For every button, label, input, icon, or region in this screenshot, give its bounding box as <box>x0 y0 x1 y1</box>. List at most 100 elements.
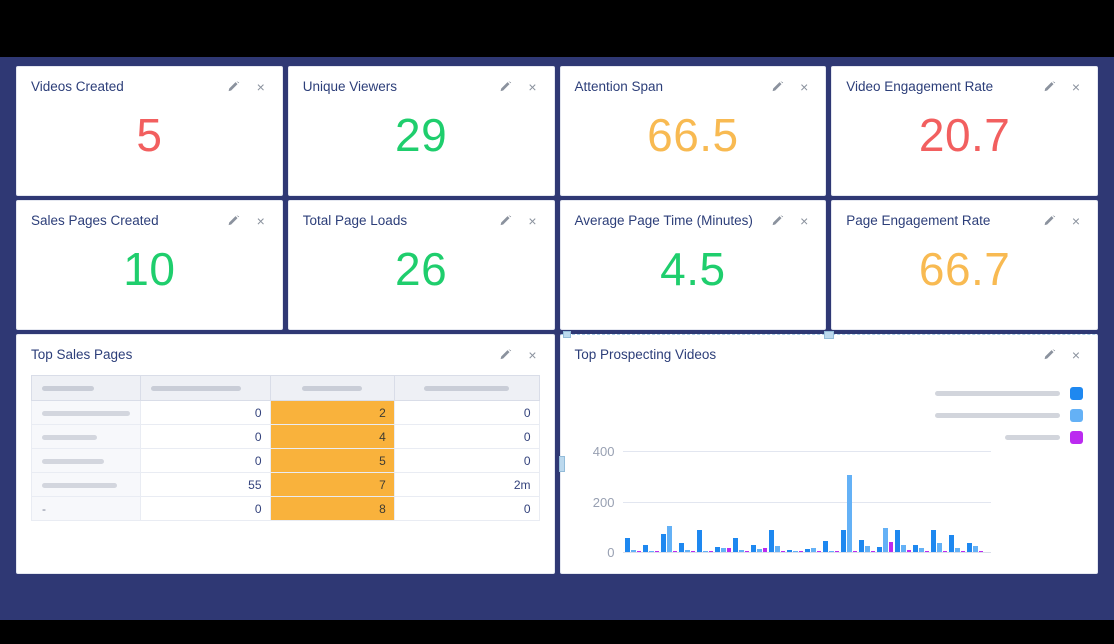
resize-handle-top-center[interactable] <box>824 331 834 339</box>
bar <box>649 551 654 552</box>
table-cell: 0 <box>394 449 539 473</box>
bar <box>817 551 821 552</box>
bar <box>751 545 756 552</box>
table-cell: 0 <box>394 425 539 449</box>
metric-card-total-page-loads: Total Page Loads × 26 <box>288 200 555 330</box>
bar-group <box>733 538 749 552</box>
bar <box>679 543 684 552</box>
table-cell: 0 <box>394 401 539 425</box>
edit-pencil-icon[interactable] <box>1042 214 1056 228</box>
resize-handle-top-left[interactable] <box>563 331 571 338</box>
bar-group <box>805 548 821 553</box>
bar-group <box>895 530 911 553</box>
bar <box>937 543 942 552</box>
bar <box>853 551 857 553</box>
table-cell-highlighted: 8 <box>270 497 394 521</box>
bar <box>955 548 960 553</box>
bar <box>811 548 816 553</box>
table-row: 0 2 0 <box>32 401 540 425</box>
bar-group <box>841 475 857 553</box>
bar <box>859 540 864 552</box>
axis-baseline <box>623 552 991 553</box>
row-label-redacted <box>32 401 141 425</box>
close-icon[interactable]: × <box>526 80 540 94</box>
bar <box>901 545 906 552</box>
table-cell: 55 <box>141 473 270 497</box>
bar-plot <box>625 447 993 552</box>
edit-pencil-icon[interactable] <box>770 214 784 228</box>
bar <box>919 548 924 552</box>
card-title: Videos Created <box>31 79 124 95</box>
table-row: 0 4 0 <box>32 425 540 449</box>
y-tick-label: 0 <box>571 545 615 560</box>
metric-card-page-engagement-rate: Page Engagement Rate × 66.7 <box>831 200 1098 330</box>
metric-card-unique-viewers: Unique Viewers × 29 <box>288 66 555 196</box>
bar-group <box>697 530 713 553</box>
bar <box>841 530 846 553</box>
metric-value: 29 <box>303 95 540 183</box>
edit-pencil-icon[interactable] <box>499 348 513 362</box>
table-cell: 0 <box>141 449 270 473</box>
close-icon[interactable]: × <box>797 214 811 228</box>
dashboard-grid: Videos Created × 5 Unique Viewers × 29 A… <box>16 66 1098 574</box>
close-icon[interactable]: × <box>254 214 268 228</box>
bar <box>877 547 882 552</box>
bar-group <box>625 538 641 552</box>
table-row: 0 5 0 <box>32 449 540 473</box>
metric-value: 5 <box>31 95 268 183</box>
legend-swatch-magenta <box>1070 431 1083 444</box>
bar <box>895 530 900 553</box>
close-icon[interactable]: × <box>526 348 540 362</box>
resize-handle-left[interactable] <box>559 456 565 472</box>
bar <box>931 530 936 553</box>
edit-pencil-icon[interactable] <box>499 214 513 228</box>
close-icon[interactable]: × <box>1069 348 1083 362</box>
bar <box>847 475 852 553</box>
bar <box>643 545 648 552</box>
edit-pencil-icon[interactable] <box>227 80 241 94</box>
table-cell-highlighted: 5 <box>270 449 394 473</box>
bar <box>715 547 720 553</box>
bar <box>709 551 713 552</box>
dashboard-canvas: Videos Created × 5 Unique Viewers × 29 A… <box>0 57 1114 620</box>
bar <box>757 549 762 552</box>
table-cell: 2m <box>394 473 539 497</box>
legend-item <box>935 409 1083 422</box>
close-icon[interactable]: × <box>254 80 268 94</box>
card-title: Attention Span <box>575 79 664 95</box>
bar <box>871 551 875 552</box>
bar <box>823 541 828 552</box>
table-cell-highlighted: 2 <box>270 401 394 425</box>
edit-pencil-icon[interactable] <box>1042 348 1056 362</box>
bar <box>979 551 983 552</box>
bar-group <box>715 547 731 553</box>
metric-value: 26 <box>303 229 540 317</box>
column-header-redacted <box>32 376 141 401</box>
panel-top-prospecting-videos: Top Prospecting Videos × <box>560 334 1099 574</box>
bar <box>781 551 785 552</box>
panel-title: Top Sales Pages <box>31 347 132 363</box>
metric-card-sales-pages-created: Sales Pages Created × 10 <box>16 200 283 330</box>
bar-group <box>913 545 929 552</box>
bar <box>949 535 954 553</box>
edit-pencil-icon[interactable] <box>499 80 513 94</box>
edit-pencil-icon[interactable] <box>227 214 241 228</box>
close-icon[interactable]: × <box>1069 214 1083 228</box>
bar <box>775 546 780 552</box>
bar-group <box>931 530 947 553</box>
metric-card-videos-created: Videos Created × 5 <box>16 66 283 196</box>
bar <box>697 530 702 553</box>
edit-pencil-icon[interactable] <box>1042 80 1056 94</box>
table-cell: 0 <box>141 401 270 425</box>
bar <box>631 550 636 552</box>
close-icon[interactable]: × <box>1069 80 1083 94</box>
card-title: Page Engagement Rate <box>846 213 990 229</box>
close-icon[interactable]: × <box>797 80 811 94</box>
edit-pencil-icon[interactable] <box>770 80 784 94</box>
card-title: Video Engagement Rate <box>846 79 993 95</box>
close-icon[interactable]: × <box>526 214 540 228</box>
bar-group <box>661 526 677 552</box>
metric-card-average-page-time: Average Page Time (Minutes) × 4.5 <box>560 200 827 330</box>
bar <box>973 546 978 552</box>
bar <box>943 551 947 552</box>
